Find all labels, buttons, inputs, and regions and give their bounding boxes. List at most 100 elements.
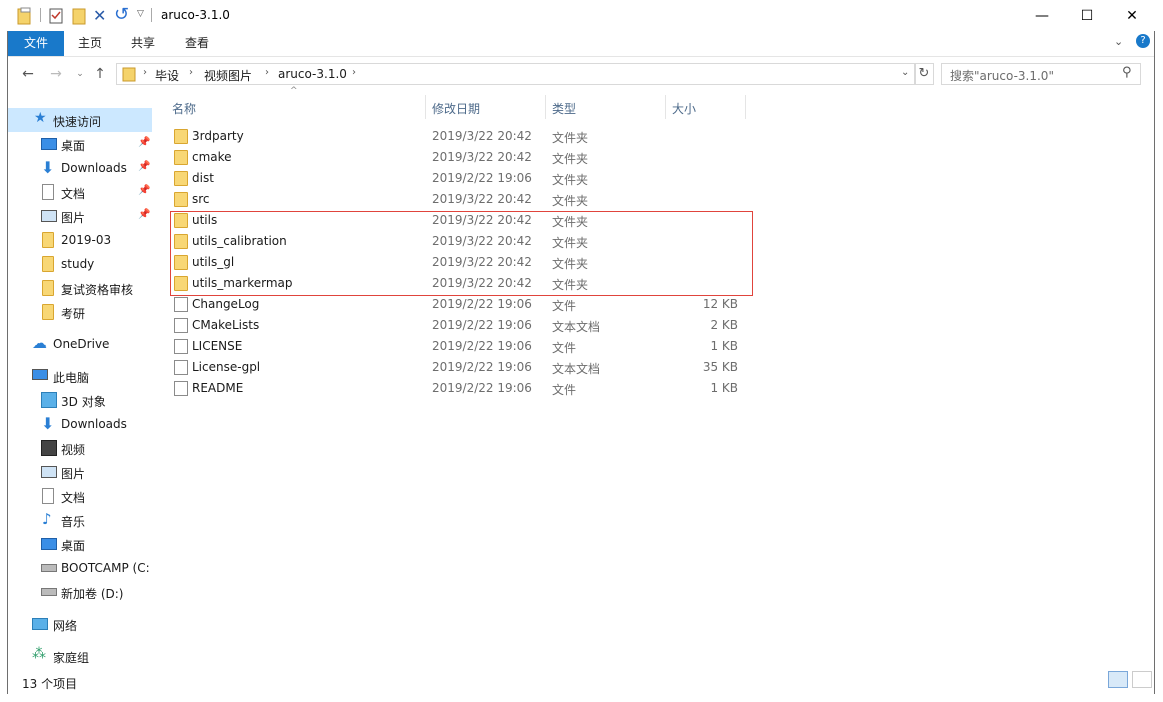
file-row[interactable]: src 2019/3/22 20:42 文件夹 (168, 189, 748, 210)
folder-icon (42, 232, 54, 248)
file-size: 1 KB (710, 339, 738, 353)
file-name: cmake (192, 150, 232, 164)
help-icon[interactable]: ? (1136, 34, 1150, 48)
sidebar-item-pc-pictures[interactable]: 图片 (8, 460, 152, 484)
sidebar-item-bootcamp[interactable]: BOOTCAMP (C: (8, 556, 152, 580)
address-dropdown-icon[interactable]: ⌄ (901, 67, 909, 78)
undo-icon[interactable]: ↺ (114, 4, 129, 25)
sidebar-item-pc-desktop[interactable]: 桌面 (8, 532, 152, 556)
document-icon (42, 184, 54, 200)
sidebar-item-pc-downloads[interactable]: ⬇ Downloads (8, 412, 152, 436)
file-row[interactable]: dist 2019/2/22 19:06 文件夹 (168, 168, 748, 189)
file-type: 文本文档 (552, 320, 601, 334)
minimize-button[interactable]: — (1019, 0, 1065, 31)
search-placeholder: 搜索"aruco-3.1.0" (950, 69, 1054, 83)
computer-icon (32, 369, 48, 380)
column-divider[interactable] (665, 95, 666, 119)
sidebar-item-desktop[interactable]: 桌面 📌 (8, 132, 152, 156)
chevron-right-icon[interactable]: › (143, 67, 147, 78)
file-date: 2019/3/22 20:42 (432, 129, 532, 143)
file-type: 文本文档 (552, 362, 601, 376)
sidebar-item-this-pc[interactable]: 此电脑 (8, 364, 152, 388)
sidebar-item-3d-objects[interactable]: 3D 对象 (8, 388, 152, 412)
tab-share[interactable]: 共享 (116, 31, 170, 56)
chevron-right-icon[interactable]: › (352, 67, 356, 78)
large-icons-view-icon[interactable] (1132, 671, 1152, 688)
file-row[interactable]: cmake 2019/3/22 20:42 文件夹 (168, 147, 748, 168)
file-icon (174, 381, 188, 396)
sidebar-item-pc-documents[interactable]: 文档 (8, 484, 152, 508)
file-row[interactable]: README 2019/2/22 19:06 文件 1 KB (168, 378, 748, 399)
file-row[interactable]: 3rdparty 2019/3/22 20:42 文件夹 (168, 126, 748, 147)
sidebar-item-documents[interactable]: 文档 📌 (8, 180, 152, 204)
file-type: 文件夹 (552, 152, 589, 166)
properties-icon[interactable] (48, 7, 64, 25)
sidebar-item-study[interactable]: study (8, 252, 152, 276)
cloud-icon: ☁ (32, 334, 47, 352)
cube-icon (41, 392, 57, 408)
tab-view[interactable]: 查看 (170, 31, 224, 56)
back-arrow-icon[interactable]: ← (18, 65, 38, 83)
search-icon[interactable]: ⚲ (1122, 65, 1132, 80)
maximize-button[interactable]: ☐ (1064, 0, 1110, 31)
file-row[interactable]: CMakeLists 2019/2/22 19:06 文本文档 2 KB (168, 315, 748, 336)
sidebar-item-reexam[interactable]: 复试资格审核 (8, 276, 152, 300)
divider (151, 8, 152, 22)
chevron-right-icon[interactable]: › (265, 67, 269, 78)
refresh-icon[interactable]: ↻ (914, 63, 934, 85)
breadcrumb-item[interactable]: 视频图片 (204, 67, 252, 84)
expand-ribbon-icon[interactable]: ⌄ (1114, 35, 1123, 48)
sidebar-item-homegroup[interactable]: ⁂ 家庭组 (8, 644, 152, 668)
sidebar-item-kaoyan[interactable]: 考研 (8, 300, 152, 324)
file-row[interactable]: LICENSE 2019/2/22 19:06 文件 1 KB (168, 336, 748, 357)
sidebar-item-quick-access[interactable]: ★ 快速访问 (8, 108, 152, 132)
folder-icon (174, 171, 188, 186)
divider (40, 8, 41, 22)
file-size: 1 KB (710, 381, 738, 395)
file-date: 2019/2/22 19:06 (432, 297, 532, 311)
file-date: 2019/3/22 20:42 (432, 192, 532, 206)
pin-icon[interactable]: 📌 (138, 209, 150, 220)
file-row[interactable]: ChangeLog 2019/2/22 19:06 文件 12 KB (168, 294, 748, 315)
sidebar-item-2019-03[interactable]: 2019-03 (8, 228, 152, 252)
pin-icon[interactable]: 📌 (138, 137, 150, 148)
window-title: aruco-3.1.0 (161, 8, 230, 22)
desktop-icon (41, 138, 57, 150)
search-input[interactable]: 搜索"aruco-3.1.0" ⚲ (941, 63, 1141, 85)
details-view-icon[interactable] (1108, 671, 1128, 688)
folder-icon (42, 280, 54, 296)
file-row[interactable]: License-gpl 2019/2/22 19:06 文本文档 35 KB (168, 357, 748, 378)
pin-icon[interactable]: 📌 (138, 161, 150, 172)
close-button[interactable]: ✕ (1109, 0, 1155, 31)
folder-icon (174, 129, 188, 144)
sidebar-item-videos[interactable]: 视频 (8, 436, 152, 460)
recent-locations-chevron-icon[interactable]: ⌄ (70, 65, 90, 83)
column-divider[interactable] (425, 95, 426, 119)
pin-icon[interactable]: 📌 (138, 185, 150, 196)
column-divider[interactable] (545, 95, 546, 119)
breadcrumb-item[interactable]: aruco-3.1.0 (278, 67, 347, 81)
file-date: 2019/3/22 20:42 (432, 150, 532, 164)
sidebar-item-drive-d[interactable]: 新加卷 (D:) (8, 580, 152, 604)
chevron-right-icon[interactable]: › (189, 67, 193, 78)
address-bar[interactable]: › 毕设 › 视频图片 › aruco-3.1.0 › ⌄ (116, 63, 916, 85)
sidebar-item-music[interactable]: ♪ 音乐 (8, 508, 152, 532)
breadcrumb-item[interactable]: 毕设 (155, 67, 179, 84)
file-type: 文件 (552, 341, 577, 355)
up-arrow-icon[interactable]: ↑ (90, 65, 110, 83)
tab-home[interactable]: 主页 (64, 31, 116, 56)
new-folder-icon[interactable] (71, 7, 87, 25)
sidebar-item-downloads[interactable]: ⬇ Downloads 📌 (8, 156, 152, 180)
sidebar-item-network[interactable]: 网络 (8, 612, 152, 636)
drive-icon (41, 564, 57, 572)
customize-quickaccess-icon[interactable]: ▽ (137, 9, 144, 19)
sidebar-item-onedrive[interactable]: ☁ OneDrive (8, 332, 152, 356)
status-bar: 13 个项目 (8, 671, 1154, 694)
sidebar-item-pictures[interactable]: 图片 📌 (8, 204, 152, 228)
column-divider[interactable] (745, 95, 746, 119)
forward-arrow-icon[interactable]: → (46, 65, 66, 83)
tab-file[interactable]: 文件 (8, 31, 64, 56)
delete-icon[interactable]: ✕ (93, 6, 106, 25)
file-name: README (192, 381, 244, 395)
navigation-pane: ★ 快速访问 桌面 📌 ⬇ Downloads 📌 文档 📌 图片 📌 2019… (8, 92, 152, 670)
